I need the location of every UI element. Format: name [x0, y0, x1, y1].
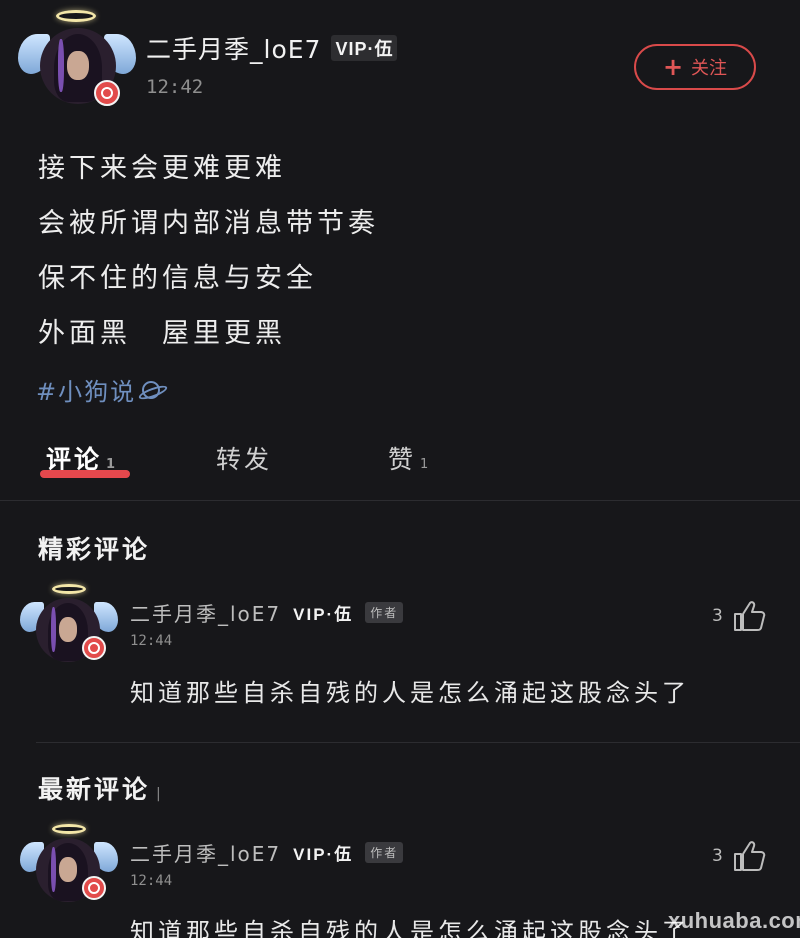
comment-like-button[interactable]: 3	[712, 840, 767, 872]
planet-icon	[142, 380, 161, 399]
like-count: 3	[712, 606, 723, 626]
post-line-2: 会被所谓内部消息带节奏	[38, 208, 379, 239]
author-tag: 作者	[365, 842, 404, 863]
comment-time: 12:44	[130, 633, 173, 649]
comment-text: 知道那些自杀自残的人是怎么涌起这股念头了	[130, 918, 690, 938]
vip-badge: VIP·伍	[293, 605, 354, 624]
tab-reposts-label: 转发	[216, 445, 273, 474]
active-tab-indicator	[40, 470, 130, 478]
username-text: 二手月季_loE7	[146, 35, 322, 64]
hashtag-text: #小狗说	[36, 378, 137, 406]
plus-icon: +	[662, 53, 684, 81]
comment-like-button[interactable]: 3	[712, 600, 767, 632]
tabs-divider	[0, 500, 800, 501]
halo-icon	[52, 584, 86, 594]
live-badge-icon	[94, 80, 120, 106]
comment-text: 知道那些自杀自残的人是怎么涌起这股念头了	[130, 679, 690, 707]
post-time: 12:42	[146, 76, 204, 98]
post-line-1: 接下来会更难更难	[38, 153, 286, 184]
author-tag: 作者	[365, 602, 404, 623]
text-cursor: |	[156, 786, 164, 802]
comment-author[interactable]: 二手月季_loE7 VIP·伍 作者	[130, 838, 404, 867]
tab-likes[interactable]: 赞1	[388, 440, 431, 476]
post-author-avatar[interactable]	[18, 8, 138, 118]
halo-icon	[52, 824, 86, 834]
latest-comments-title: 最新评论 |	[38, 770, 164, 806]
comment-author-name: 二手月季_loE7	[130, 842, 282, 866]
comment-avatar[interactable]	[20, 584, 124, 670]
comment-author-name: 二手月季_loE7	[130, 602, 282, 626]
tab-likes-label: 赞	[388, 445, 417, 474]
section-divider	[36, 742, 800, 743]
halo-icon	[56, 10, 96, 22]
live-badge-icon	[82, 636, 106, 660]
like-count: 3	[712, 846, 723, 866]
watermark: xuhuaba.com	[668, 908, 800, 933]
comment-avatar[interactable]	[20, 824, 124, 910]
hashtag-link[interactable]: #小狗说	[36, 372, 161, 407]
thumbs-up-icon	[733, 841, 766, 871]
follow-label: 关注	[691, 58, 728, 79]
vip-badge: VIP·伍	[293, 845, 354, 864]
comment-author[interactable]: 二手月季_loE7 VIP·伍 作者	[130, 598, 404, 627]
post-line-4: 外面黑 屋里更黑	[38, 318, 286, 349]
post-author-name[interactable]: 二手月季_loE7 VIP·伍	[146, 30, 398, 66]
comment-time: 12:44	[130, 873, 173, 889]
featured-comments-title: 精彩评论	[38, 535, 151, 564]
follow-button[interactable]: + 关注	[634, 44, 756, 90]
thumbs-up-icon	[733, 601, 766, 631]
vip-badge: VIP·伍	[331, 35, 398, 61]
tab-reposts[interactable]: 转发	[216, 440, 272, 476]
post-line-3: 保不住的信息与安全	[38, 263, 317, 294]
live-badge-icon	[82, 876, 106, 900]
tab-likes-count: 1	[420, 457, 432, 472]
latest-comments-title-text: 最新评论	[38, 775, 151, 804]
